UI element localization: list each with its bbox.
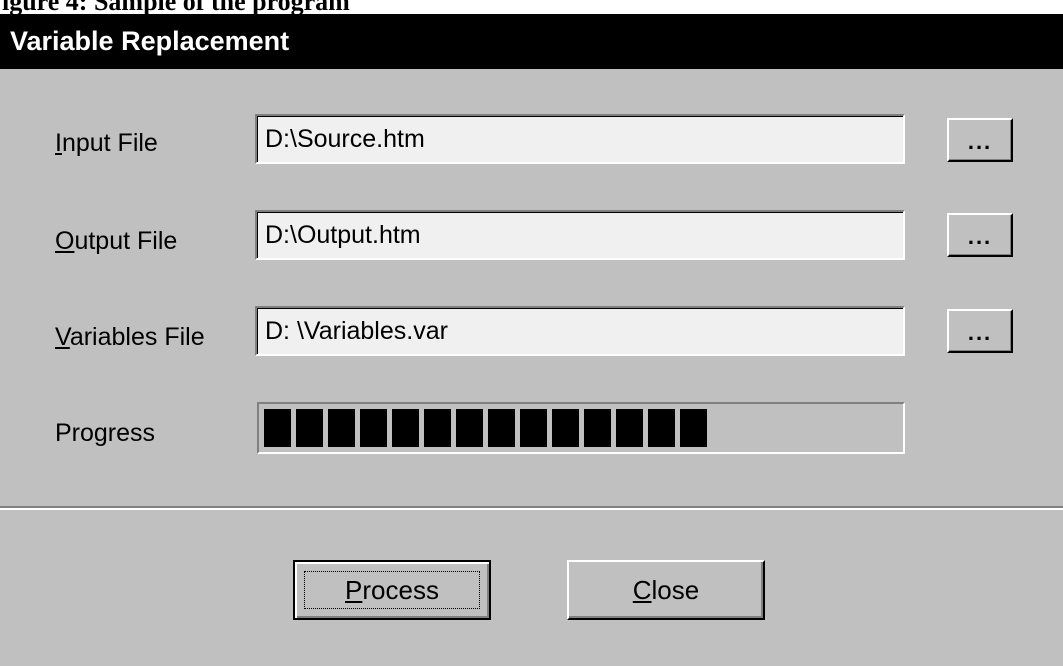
progress-block [392, 409, 419, 447]
progress-block [616, 409, 643, 447]
progress-label: Progress [55, 419, 156, 447]
progress-block [584, 409, 611, 447]
document-caption: igure 4: Sample of the program [0, 0, 1063, 14]
output-file-browse-button[interactable]: ... [947, 213, 1013, 257]
output-file-field[interactable] [255, 210, 905, 260]
progress-block [296, 409, 323, 447]
output-file-label-text: utput File [74, 227, 178, 255]
progress-block [360, 409, 387, 447]
variables-file-field[interactable] [255, 306, 905, 356]
dialog-window: Variable Replacement Input File ... Outp… [0, 14, 1063, 666]
separator-line [0, 506, 1063, 510]
progress-block [680, 409, 707, 447]
progress-block [424, 409, 451, 447]
progress-fill [264, 409, 707, 447]
input-file-browse-button[interactable]: ... [947, 118, 1013, 162]
progress-block [328, 409, 355, 447]
progress-block [456, 409, 483, 447]
process-mnemonic: P [345, 575, 363, 605]
progress-block [552, 409, 579, 447]
progress-block [264, 409, 291, 447]
output-file-mnemonic: O [55, 227, 75, 255]
variables-file-browse-button[interactable]: ... [947, 309, 1013, 353]
input-file-label: Input File [55, 129, 158, 158]
window-title: Variable Replacement [10, 26, 290, 56]
process-button-label: rocess [362, 575, 439, 605]
input-file-field[interactable] [255, 114, 905, 164]
process-button[interactable]: Process [293, 560, 491, 620]
progress-block [520, 409, 547, 447]
variables-file-label: Variables File [55, 323, 205, 352]
progress-bar [257, 402, 905, 454]
title-bar[interactable]: Variable Replacement [0, 14, 1063, 69]
variables-file-mnemonic: V [55, 323, 70, 351]
close-button-label: lose [651, 575, 700, 605]
progress-block [488, 409, 515, 447]
variables-file-label-text: ariables File [69, 323, 205, 351]
output-file-label: Output File [55, 227, 177, 256]
close-mnemonic: C [632, 575, 652, 605]
document-caption-text: igure 4: Sample of the program [2, 0, 350, 14]
input-file-label-text: nput File [61, 129, 158, 157]
progress-block [648, 409, 675, 447]
process-button-focus: Process [304, 571, 480, 609]
input-file-mnemonic: I [55, 129, 62, 157]
close-button[interactable]: Close [567, 560, 765, 620]
